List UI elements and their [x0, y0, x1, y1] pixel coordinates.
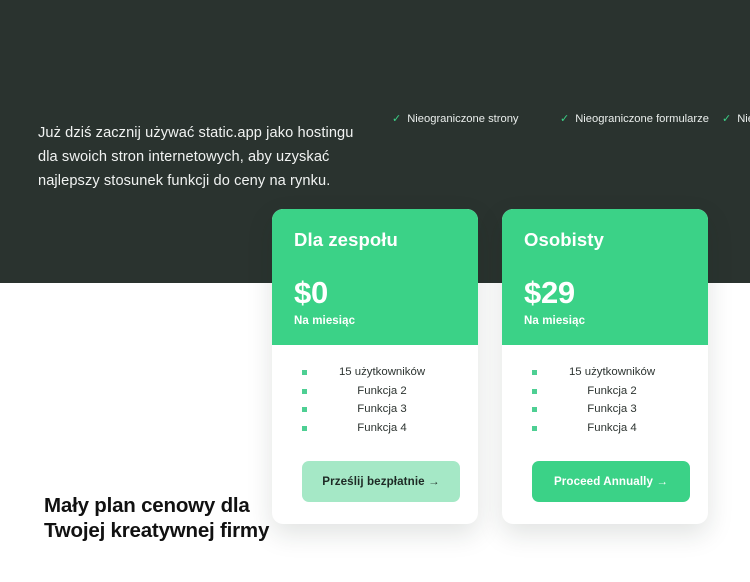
feature-label: Nieograniczony HTTPS [737, 113, 750, 125]
feature-item: ✓ Nieograniczone strony [392, 108, 560, 130]
list-item-label: Funkcja 3 [587, 403, 637, 415]
square-bullet-icon [302, 407, 307, 412]
page-title: Mały plan cenowy dla Twojej kreatywnej f… [44, 494, 270, 542]
list-item-label: Funkcja 3 [357, 403, 407, 415]
list-item: Funkcja 2 [532, 382, 678, 401]
pricing-card-team[interactable]: Dla zespołu $0 Na miesiąc 15 użytkownikó… [272, 209, 478, 524]
feature-label: Nieograniczone formularze [575, 113, 709, 125]
list-item-label: 15 użytkowników [338, 366, 426, 378]
square-bullet-icon [532, 370, 537, 375]
list-item: 15 użytkowników [302, 363, 448, 382]
card-body: 15 użytkowników Funkcja 2 Funkcja 3 Funk… [502, 345, 708, 524]
hero-intro-paragraph: Już dziś zacznij używać static.app jako … [38, 124, 354, 189]
square-bullet-icon [532, 388, 537, 394]
card-feature-list: 15 użytkowników Funkcja 2 Funkcja 3 Funk… [532, 363, 678, 437]
card-feature-list: 15 użytkowników Funkcja 2 Funkcja 3 Funk… [302, 363, 448, 437]
square-bullet-icon [302, 370, 307, 375]
plan-period: Na miesiąc [524, 315, 586, 327]
list-item: Funkcja 4 [532, 419, 678, 438]
square-bullet-icon [532, 425, 537, 431]
list-item-label: Funkcja 4 [357, 421, 407, 434]
list-item: Funkcja 3 [532, 400, 678, 419]
pricing-card-personal[interactable]: Osobisty $29 Na miesiąc 15 użytkowników … [502, 209, 708, 524]
plan-period: Na miesiąc [294, 315, 356, 327]
feature-item: ✓ Nieograniczone formularze [560, 108, 722, 130]
check-icon: ✓ [392, 112, 402, 125]
card-body: 15 użytkowników Funkcja 2 Funkcja 3 Funk… [272, 345, 478, 524]
list-item: Funkcja 2 [302, 382, 448, 401]
check-icon: ✓ [722, 112, 732, 125]
list-item-label: Funkcja 4 [587, 421, 637, 434]
proceed-annually-button[interactable]: Proceed Annually → [532, 461, 690, 502]
list-item: Funkcja 3 [302, 400, 448, 419]
list-item-label: 15 użytkowników [568, 366, 656, 378]
square-bullet-icon [302, 425, 307, 431]
hero-feature-list: ✓ Nieograniczone strony ✓ Nieograniczone… [392, 108, 750, 130]
square-bullet-icon [532, 407, 537, 412]
feature-item: ✓ Nieograniczony HTTPS [722, 108, 750, 130]
list-item-label: Funkcja 2 [357, 384, 407, 397]
plan-price: $0 [294, 275, 328, 310]
plan-name: Osobisty [524, 229, 604, 250]
list-item: Funkcja 4 [302, 419, 448, 438]
card-header: Dla zespołu $0 Na miesiąc [272, 209, 478, 345]
plan-name: Dla zespołu [294, 229, 398, 250]
square-bullet-icon [302, 388, 307, 394]
card-header: Osobisty $29 Na miesiąc [502, 209, 708, 345]
check-icon: ✓ [560, 112, 570, 125]
list-item: 15 użytkowników [532, 363, 678, 382]
feature-label: Nieograniczone strony [407, 113, 519, 125]
list-item-label: Funkcja 2 [587, 384, 637, 397]
submit-free-button[interactable]: Prześlij bezpłatnie → [302, 461, 460, 502]
plan-price: $29 [524, 275, 575, 310]
